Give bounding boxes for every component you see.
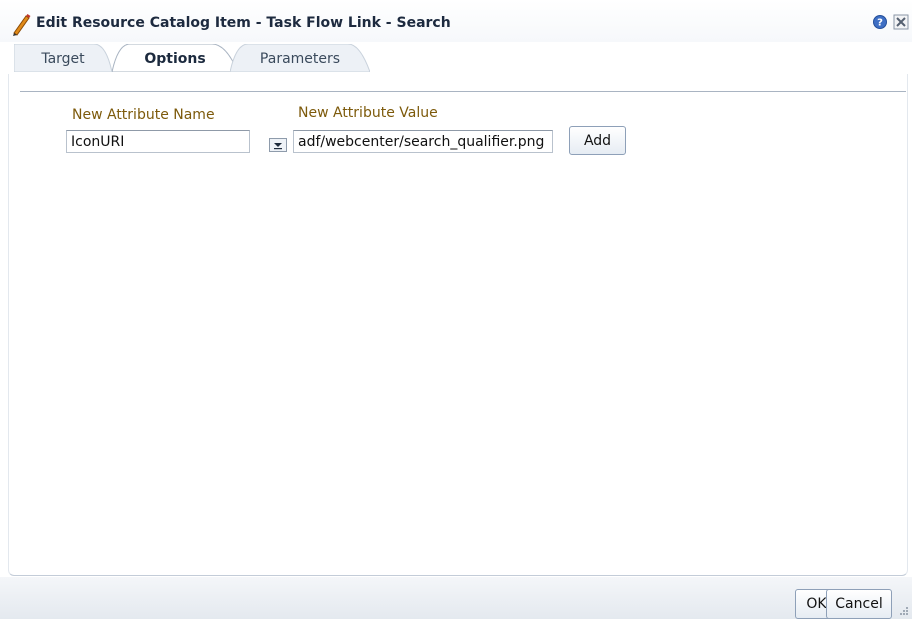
new-attribute-value-label: New Attribute Value	[298, 105, 438, 121]
pencil-icon	[13, 14, 31, 36]
dialog-title: Edit Resource Catalog Item - Task Flow L…	[36, 15, 451, 31]
tab-options-label: Options	[144, 51, 206, 67]
cancel-button[interactable]: Cancel	[826, 589, 892, 619]
resize-grip-icon[interactable]	[897, 604, 909, 616]
close-icon[interactable]	[893, 14, 909, 30]
tab-bar: Target Options Parameters	[0, 44, 912, 74]
attribute-value-input[interactable]	[293, 130, 553, 153]
tab-options[interactable]: Options	[112, 44, 238, 72]
new-attribute-name-label: New Attribute Name	[72, 107, 215, 123]
add-button[interactable]: Add	[569, 126, 626, 155]
tab-parameters[interactable]: Parameters	[230, 44, 370, 72]
help-icon[interactable]: ?	[873, 15, 887, 29]
attribute-name-input[interactable]	[66, 130, 250, 153]
edit-resource-catalog-dialog: Edit Resource Catalog Item - Task Flow L…	[0, 0, 912, 619]
chevron-down-icon[interactable]	[269, 138, 287, 152]
tab-target[interactable]: Target	[14, 44, 112, 72]
content-divider	[20, 91, 906, 92]
dialog-footer	[0, 577, 912, 619]
tab-parameters-label: Parameters	[259, 51, 341, 67]
dialog-titlebar: Edit Resource Catalog Item - Task Flow L…	[0, 0, 912, 42]
tab-target-label: Target	[41, 51, 85, 67]
svg-text:?: ?	[877, 18, 883, 29]
